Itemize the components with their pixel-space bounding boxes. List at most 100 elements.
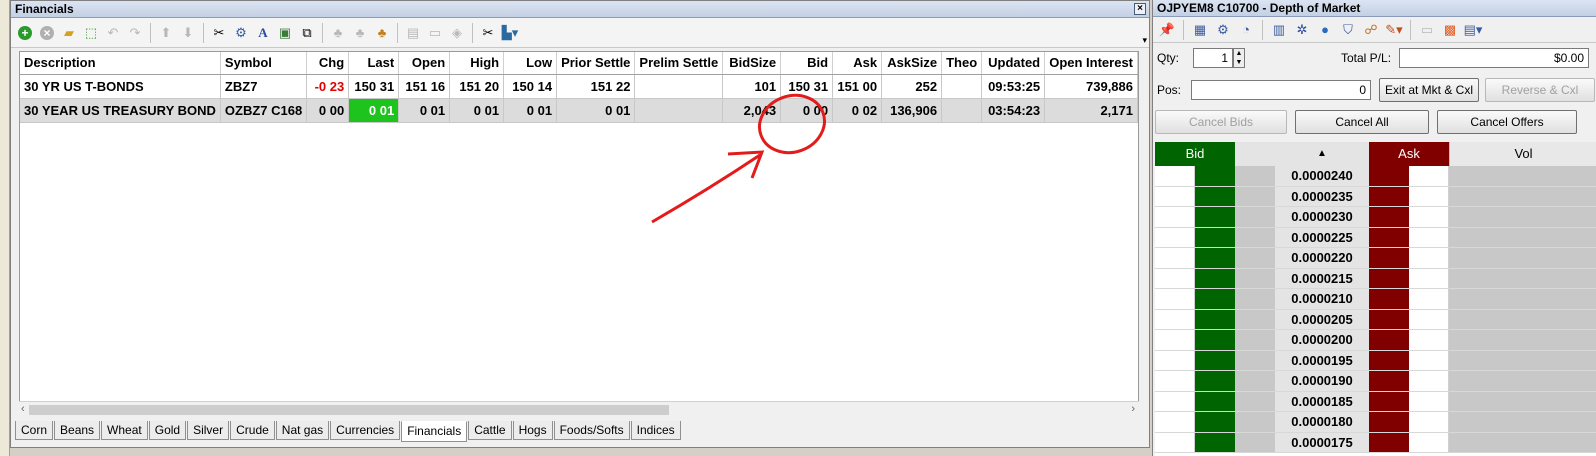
bid-cell[interactable] [1195,268,1235,289]
column-header[interactable]: Ask [832,52,883,75]
bid-cell[interactable] [1195,412,1235,433]
table-cell[interactable]: 739,886 [1044,74,1138,99]
ask-size-cell[interactable] [1409,166,1449,187]
ladder-vol-header[interactable]: Vol [1449,142,1596,166]
table-cell[interactable]: 151 22 [556,74,636,99]
export-icon[interactable]: ▙▾ [500,23,520,43]
ladder-row[interactable]: 0.0000190 [1155,371,1596,392]
ask-cell[interactable] [1369,207,1409,228]
table-cell[interactable]: 151 00 [832,74,883,99]
column-header[interactable]: Last [348,52,400,75]
window-icon[interactable]: ▭ [1417,20,1437,40]
table-cell[interactable]: 2,171 [1044,98,1138,123]
ask-size-cell[interactable] [1409,412,1449,433]
bid-size-cell[interactable] [1155,227,1195,248]
bid-cell[interactable] [1195,330,1235,351]
ask-size-cell[interactable] [1409,309,1449,330]
bid-size-cell[interactable] [1155,186,1195,207]
ask-cell[interactable] [1369,289,1409,310]
bid-size-cell[interactable] [1155,391,1195,412]
ladder-row[interactable]: 0.0000200 [1155,330,1596,351]
bars-icon[interactable]: ▥ [1269,20,1289,40]
ladder-row[interactable]: 0.0000235 [1155,186,1596,207]
column-header[interactable]: Bid [780,52,834,75]
table-cell[interactable]: 151 20 [449,74,505,99]
chart-icon[interactable]: ▭ [425,23,445,43]
table-cell[interactable] [634,98,724,123]
ask-cell[interactable] [1369,309,1409,330]
color-palette-icon[interactable]: ▩ [1440,20,1460,40]
undo-icon[interactable]: ↶ [103,23,123,43]
column-header[interactable]: Prior Settle [556,52,636,75]
bid-size-cell[interactable] [1155,166,1195,187]
bid-size-cell[interactable] [1155,268,1195,289]
price-sort-icon[interactable]: ▲ [1275,142,1369,166]
layout-icon[interactable]: ▤▾ [1463,20,1483,40]
table-cell[interactable]: 101 [722,74,782,99]
link-icon[interactable]: ♣ [372,23,392,43]
group-icon[interactable]: ♣ [328,23,348,43]
ungroup-icon[interactable]: ♣ [350,23,370,43]
column-header[interactable]: Chg [306,52,350,75]
column-header[interactable]: Symbol [220,52,308,75]
tab-silver[interactable]: Silver [187,421,230,440]
table-cell[interactable]: 151 16 [398,74,451,99]
bid-size-cell[interactable] [1155,309,1195,330]
table-cell[interactable]: 150 31 [780,74,834,99]
tag-icon[interactable]: ◈ [447,23,467,43]
image-icon[interactable]: ▣ [275,23,295,43]
ask-size-cell[interactable] [1409,207,1449,228]
ask-cell[interactable] [1369,268,1409,289]
tab-beans[interactable]: Beans [54,421,101,440]
table-cell[interactable]: 09:53:25 [981,74,1046,99]
column-header[interactable]: Prelim Settle [634,52,724,75]
scroll-right-icon[interactable]: › [1131,403,1135,415]
move-down-icon[interactable]: ⬇ [178,23,198,43]
table-cell[interactable]: 0 01 [348,98,400,123]
ask-cell[interactable] [1369,166,1409,187]
ask-cell[interactable] [1369,371,1409,392]
globe-icon[interactable]: ● [1315,20,1335,40]
ask-size-cell[interactable] [1409,186,1449,207]
tab-nat-gas[interactable]: Nat gas [275,421,330,440]
column-header[interactable]: Description [20,52,221,75]
settings-gear-icon[interactable]: ⚙ [231,23,251,43]
table-cell[interactable]: 0 01 [398,98,451,123]
bid-cell[interactable] [1195,289,1235,310]
cancel-bids-button[interactable]: Cancel Bids [1155,110,1287,134]
bid-cell[interactable] [1195,371,1235,392]
tab-cattle[interactable]: Cattle [468,421,512,440]
bid-size-cell[interactable] [1155,207,1195,228]
bid-size-cell[interactable] [1155,248,1195,269]
table-cell[interactable]: 0 02 [832,98,883,123]
print-icon[interactable]: ▤ [403,23,423,43]
ask-cell[interactable] [1369,227,1409,248]
ask-cell[interactable] [1369,186,1409,207]
reverse-button[interactable]: Reverse & Cxl [1485,78,1595,102]
cancel-all-button[interactable]: Cancel All [1295,110,1429,134]
scroll-left-icon[interactable]: ‹ [21,403,25,415]
move-up-icon[interactable]: ⬆ [156,23,176,43]
ask-cell[interactable] [1369,330,1409,351]
ask-size-cell[interactable] [1409,289,1449,310]
settings-gear-icon[interactable]: ⚙ [1213,20,1233,40]
add-icon[interactable]: + [15,23,35,43]
ladder-ask-header[interactable]: Ask [1369,142,1449,166]
bid-cell[interactable] [1195,227,1235,248]
new-folder-icon[interactable]: ▰ [59,23,79,43]
ladder-row[interactable]: 0.0000220 [1155,248,1596,269]
tools-icon[interactable]: ✂ [478,23,498,43]
ask-cell[interactable] [1369,248,1409,269]
bid-size-cell[interactable] [1155,289,1195,310]
tab-corn[interactable]: Corn [15,421,54,440]
ask-size-cell[interactable] [1409,391,1449,412]
bid-cell[interactable] [1195,350,1235,371]
ask-cell[interactable] [1369,350,1409,371]
ladder-row[interactable]: 0.0000195 [1155,350,1596,371]
close-icon[interactable]: × [1134,3,1146,15]
tab-crude[interactable]: Crude [230,421,275,440]
column-header[interactable]: Open [398,52,451,75]
tab-currencies[interactable]: Currencies [330,421,401,440]
bid-cell[interactable] [1195,207,1235,228]
bid-cell[interactable] [1195,391,1235,412]
